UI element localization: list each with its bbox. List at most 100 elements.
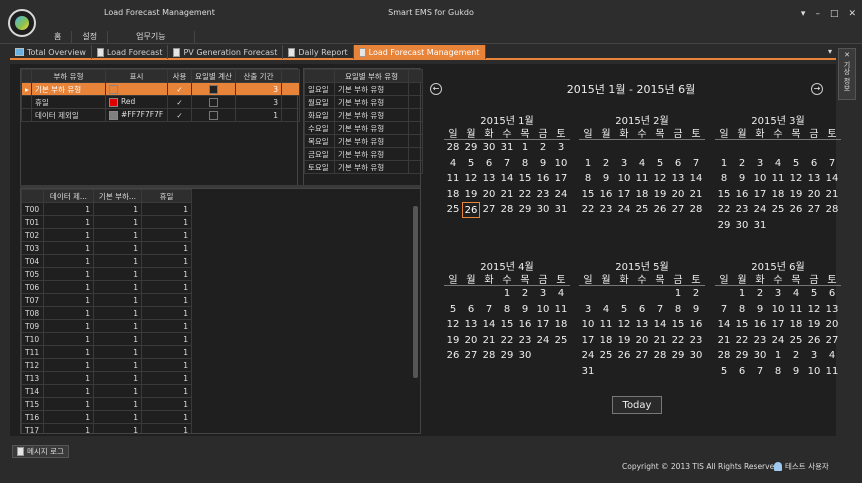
col-holiday[interactable]: 휴일 bbox=[141, 189, 192, 203]
calendar-day[interactable]: 11 bbox=[823, 364, 841, 380]
grid-value[interactable]: 1 bbox=[43, 397, 94, 411]
weekday-load-type[interactable]: 기본 부하 유형 bbox=[334, 134, 409, 148]
grid-value[interactable]: 1 bbox=[141, 410, 192, 424]
use-check[interactable]: ✓ bbox=[167, 82, 192, 96]
calendar-day[interactable]: 10 bbox=[751, 171, 769, 187]
calendar-day[interactable]: 10 bbox=[769, 302, 787, 318]
table-row[interactable]: T00 1 1 1 bbox=[21, 202, 192, 216]
grid-value[interactable]: 1 bbox=[93, 371, 142, 385]
calendar-day[interactable]: 21 bbox=[823, 187, 841, 203]
calendar-day[interactable]: 29 bbox=[498, 348, 516, 364]
grid-value[interactable]: 1 bbox=[93, 423, 142, 433]
calendar-day[interactable]: 4 bbox=[769, 156, 787, 172]
period-value[interactable]: 3 bbox=[235, 82, 282, 96]
weekday-load-type[interactable]: 기본 부하 유형 bbox=[334, 160, 409, 174]
calendar-day[interactable]: 26 bbox=[615, 348, 633, 364]
table-row[interactable]: T09 1 1 1 bbox=[21, 319, 192, 333]
table-row[interactable]: T14 1 1 1 bbox=[21, 384, 192, 398]
calendar-day[interactable]: 18 bbox=[633, 187, 651, 203]
load-type-name[interactable]: 기본 부하 유형 bbox=[31, 82, 106, 96]
calendar-day[interactable]: 1 bbox=[769, 348, 787, 364]
calendar-day[interactable]: 3 bbox=[579, 302, 597, 318]
grid-value[interactable]: 1 bbox=[93, 254, 142, 268]
calendar-day[interactable]: 11 bbox=[787, 302, 805, 318]
calendar-day[interactable]: 10 bbox=[615, 171, 633, 187]
calendar-day[interactable]: 15 bbox=[579, 187, 597, 203]
calendar-day[interactable]: 27 bbox=[633, 348, 651, 364]
calendar-day[interactable]: 25 bbox=[787, 333, 805, 349]
calendar-day[interactable]: 26 bbox=[787, 202, 805, 218]
grid-value[interactable]: 1 bbox=[141, 241, 192, 255]
display-color-cell[interactable]: #FF7F7F7F bbox=[105, 108, 168, 122]
table-row[interactable]: T05 1 1 1 bbox=[21, 267, 192, 281]
calendar-day[interactable]: 6 bbox=[633, 302, 651, 318]
calendar-day[interactable]: 29 bbox=[715, 218, 733, 234]
calendar-day[interactable]: 17 bbox=[534, 317, 552, 333]
calendar-day[interactable]: 9 bbox=[516, 302, 534, 318]
calendar-day[interactable]: 14 bbox=[651, 317, 669, 333]
calendar-day[interactable]: 28 bbox=[687, 202, 705, 218]
calendar-day[interactable]: 28 bbox=[823, 202, 841, 218]
calendar-day[interactable]: 12 bbox=[615, 317, 633, 333]
weekday-row[interactable]: 토요일 기본 부하 유형 bbox=[304, 160, 423, 174]
calendar-day[interactable]: 1 bbox=[715, 156, 733, 172]
calendar-day[interactable]: 11 bbox=[444, 171, 462, 187]
calendar-day[interactable]: 8 bbox=[715, 171, 733, 187]
calendar-day[interactable]: 13 bbox=[633, 317, 651, 333]
grid-value[interactable]: 1 bbox=[93, 228, 142, 242]
calendar-day[interactable]: 11 bbox=[633, 171, 651, 187]
calendar-day[interactable]: 13 bbox=[480, 171, 498, 187]
calendar-day[interactable]: 23 bbox=[516, 333, 534, 349]
weekday-calc-checkbox[interactable] bbox=[209, 84, 218, 94]
display-color-cell[interactable] bbox=[105, 82, 168, 96]
calendar-day[interactable]: 31 bbox=[751, 218, 769, 234]
calendar-day[interactable]: 23 bbox=[733, 202, 751, 218]
grid-value[interactable]: 1 bbox=[141, 345, 192, 359]
weekday-calc-cell[interactable] bbox=[191, 108, 236, 122]
calendar-day[interactable]: 23 bbox=[597, 202, 615, 218]
calendar-day[interactable]: 1 bbox=[516, 140, 534, 156]
calendar-day[interactable]: 1 bbox=[669, 286, 687, 302]
calendar-day[interactable]: 4 bbox=[597, 302, 615, 318]
calendar-day[interactable]: 30 bbox=[751, 348, 769, 364]
calendar-day[interactable]: 5 bbox=[444, 302, 462, 318]
calendar-day[interactable]: 5 bbox=[615, 302, 633, 318]
calendar-day[interactable]: 23 bbox=[687, 333, 705, 349]
doc-tab-0[interactable]: Total Overview bbox=[10, 45, 92, 59]
table-row[interactable]: T16 1 1 1 bbox=[21, 410, 192, 424]
calendar-day[interactable]: 28 bbox=[444, 140, 462, 156]
calendar-day[interactable]: 16 bbox=[687, 317, 705, 333]
calendar-day[interactable]: 5 bbox=[805, 286, 823, 302]
col-period[interactable]: 산출 기간 bbox=[235, 69, 282, 83]
calendar-day[interactable]: 22 bbox=[498, 333, 516, 349]
grid-value[interactable]: 1 bbox=[43, 371, 94, 385]
calendar-day[interactable]: 24 bbox=[579, 348, 597, 364]
grid-value[interactable]: 1 bbox=[43, 332, 94, 346]
grid-value[interactable]: 1 bbox=[43, 384, 94, 398]
calendar-day[interactable]: 2 bbox=[787, 348, 805, 364]
calendar-day[interactable]: 25 bbox=[552, 333, 570, 349]
table-row[interactable]: T01 1 1 1 bbox=[21, 215, 192, 229]
calendar-day[interactable]: 31 bbox=[552, 202, 570, 218]
grid-value[interactable]: 1 bbox=[43, 319, 94, 333]
grid-value[interactable]: 1 bbox=[43, 254, 94, 268]
calendar-day[interactable]: 15 bbox=[516, 171, 534, 187]
grid-value[interactable]: 1 bbox=[141, 358, 192, 372]
calendar-day[interactable]: 7 bbox=[651, 302, 669, 318]
grid-value[interactable]: 1 bbox=[93, 202, 142, 216]
calendar-day[interactable]: 16 bbox=[597, 187, 615, 203]
calendar-day[interactable]: 16 bbox=[534, 171, 552, 187]
use-check[interactable]: ✓ bbox=[167, 95, 192, 109]
calendar-day[interactable]: 27 bbox=[823, 333, 841, 349]
weekday-calc-checkbox[interactable] bbox=[209, 97, 218, 107]
calendar-day[interactable]: 18 bbox=[552, 317, 570, 333]
calendar-day[interactable]: 18 bbox=[597, 333, 615, 349]
calendar-day[interactable]: 24 bbox=[769, 333, 787, 349]
user-indicator[interactable]: 테스트 사용자 bbox=[774, 461, 829, 472]
grid-value[interactable]: 1 bbox=[141, 293, 192, 307]
grid-value[interactable]: 1 bbox=[43, 280, 94, 294]
calendar-day[interactable]: 5 bbox=[651, 156, 669, 172]
calendar-day[interactable]: 5 bbox=[715, 364, 733, 380]
calendar-day[interactable]: 31 bbox=[498, 140, 516, 156]
calendar-day[interactable]: 8 bbox=[498, 302, 516, 318]
